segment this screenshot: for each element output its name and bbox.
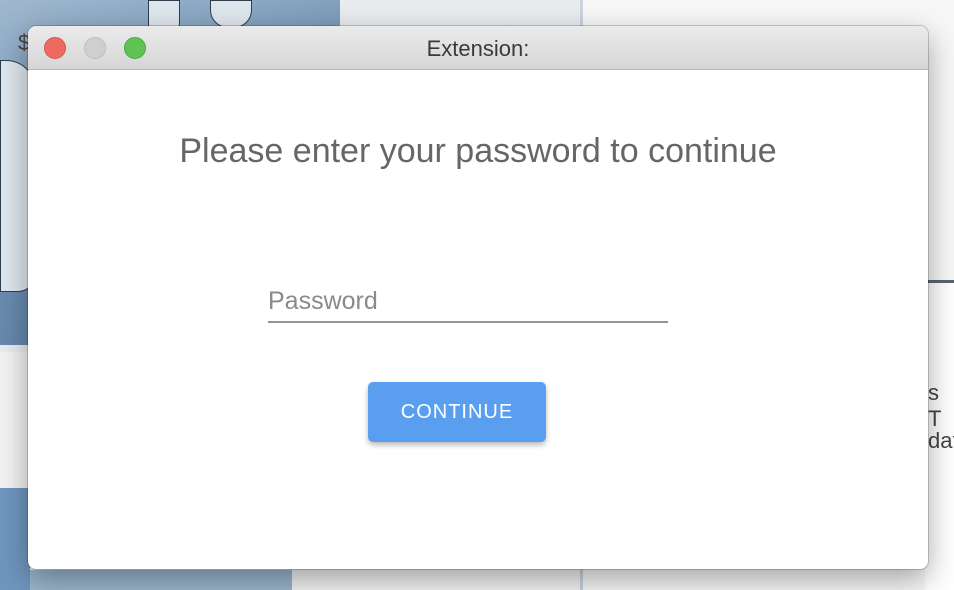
continue-button[interactable]: CONTINUE [368, 382, 546, 442]
extension-dialog-window: Extension: Please enter your password to… [28, 26, 928, 569]
close-window-button[interactable] [44, 37, 66, 59]
zoom-window-button[interactable] [124, 37, 146, 59]
background-bar [30, 570, 292, 590]
background-text: dat [928, 428, 954, 453]
background-text: s T [928, 380, 942, 431]
window-titlebar[interactable]: Extension: [28, 26, 928, 70]
minimize-window-button[interactable] [84, 37, 106, 59]
window-title: Extension: [426, 36, 530, 61]
password-prompt-text: Please enter your password to continue [179, 132, 777, 170]
map-land [210, 0, 252, 28]
background-strip [0, 488, 30, 590]
password-input[interactable] [268, 281, 668, 323]
